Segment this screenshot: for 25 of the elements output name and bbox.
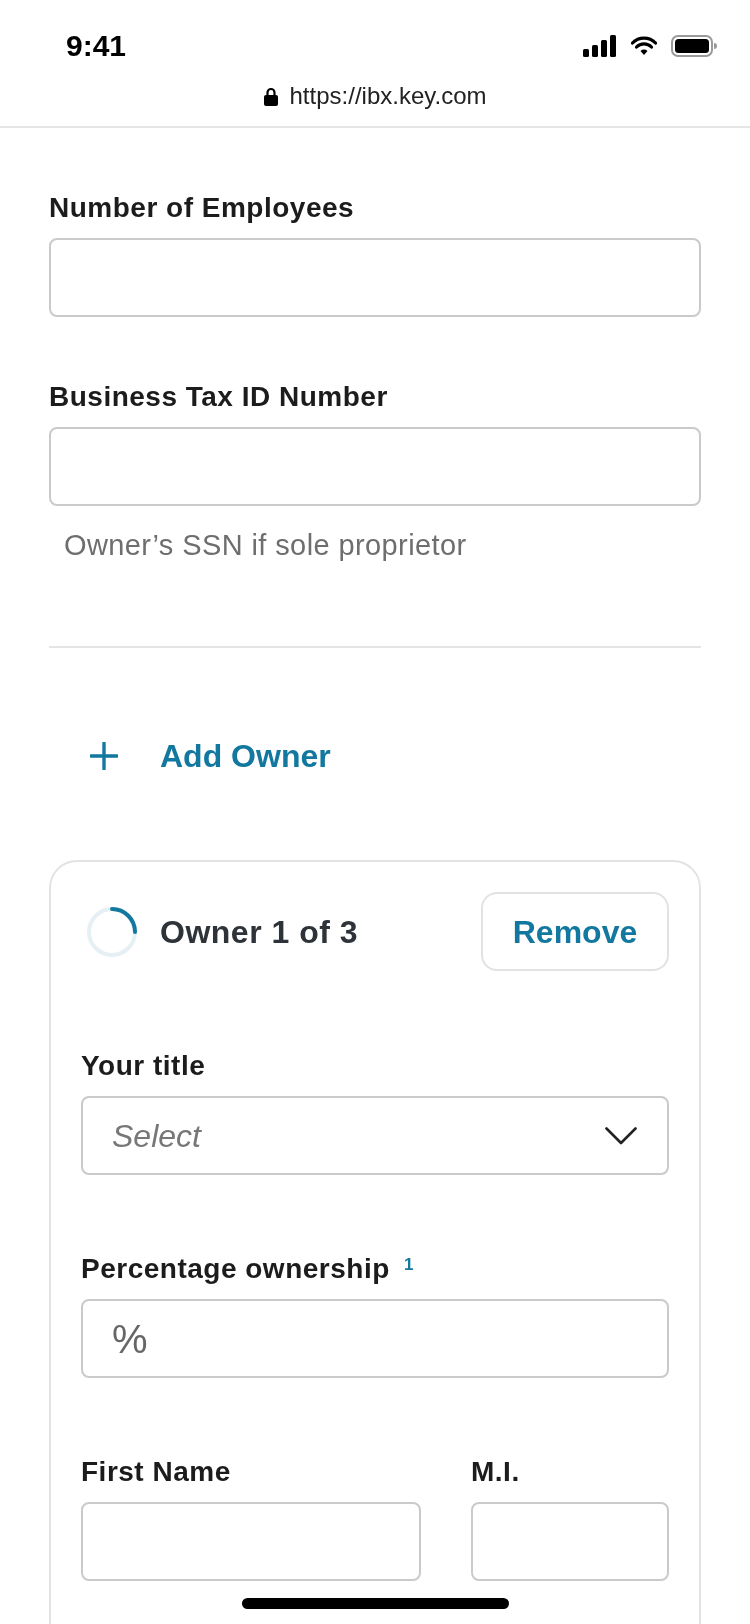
field-hint: Owner’s SSN if sole proprietor xyxy=(63,528,468,562)
wifi-icon xyxy=(631,36,657,56)
plus-icon xyxy=(90,742,118,770)
spinner-icon xyxy=(86,905,138,958)
field-label: Business Tax ID Number xyxy=(49,380,389,414)
url-text: https://ibx.key.com xyxy=(289,81,487,111)
text-input[interactable] xyxy=(49,427,701,506)
battery-icon xyxy=(671,35,717,57)
text-input[interactable] xyxy=(81,1502,421,1581)
percentage-field[interactable]: % xyxy=(81,1299,669,1378)
text-input[interactable] xyxy=(49,238,701,317)
text-input[interactable] xyxy=(471,1502,669,1581)
field-label: Your title xyxy=(81,1049,207,1083)
field-label: M.I. xyxy=(471,1455,521,1489)
remove-button[interactable]: Remove xyxy=(481,892,669,971)
field-label: Number of Employees xyxy=(49,191,356,225)
add-owner-button[interactable]: Add Owner xyxy=(90,736,331,776)
field-label: First Name xyxy=(81,1455,232,1489)
field-label: Percentage ownership $^{1}$ xyxy=(81,1252,415,1286)
title-select[interactable]: Select xyxy=(81,1096,669,1175)
status-time: 9:41 xyxy=(66,28,127,64)
owner-title: Owner 1 of 3 xyxy=(160,912,359,951)
lock-icon xyxy=(263,86,278,106)
signal-icon xyxy=(583,35,617,57)
chevron-down-icon xyxy=(605,1126,637,1145)
